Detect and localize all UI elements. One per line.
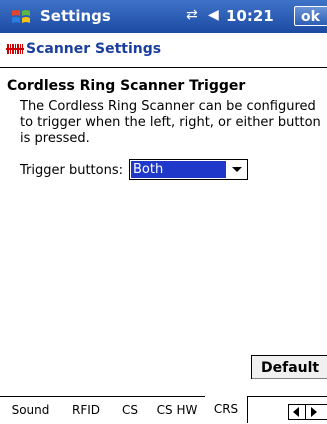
clock[interactable]: 10:21 bbox=[226, 7, 274, 25]
ok-button[interactable]: ok bbox=[294, 6, 327, 26]
page-title: Scanner Settings bbox=[26, 41, 162, 57]
connectivity-icon[interactable]: ⇄ bbox=[186, 7, 198, 23]
scroll-separator bbox=[305, 405, 306, 419]
scroll-right-icon[interactable] bbox=[311, 407, 317, 417]
default-button[interactable]: Default bbox=[251, 355, 327, 379]
trigger-buttons-value[interactable]: Both bbox=[131, 161, 226, 178]
title-bar: Settings ⇄ ◀ 10:21 ok bbox=[0, 0, 327, 33]
tab-rfid[interactable]: RFID bbox=[61, 397, 112, 423]
tab-sound[interactable]: Sound bbox=[0, 397, 62, 423]
section-description: The Cordless Ring Scanner can be configu… bbox=[20, 99, 321, 146]
trigger-buttons-dropdown[interactable]: Both bbox=[129, 159, 248, 180]
speaker-icon[interactable]: ◀ bbox=[208, 7, 219, 23]
header-divider bbox=[0, 67, 327, 68]
tab-cs[interactable]: CS bbox=[111, 397, 150, 423]
chevron-down-icon[interactable] bbox=[227, 160, 247, 179]
scanner-settings-icon bbox=[6, 43, 24, 55]
scroll-left-icon[interactable] bbox=[293, 407, 299, 417]
tab-scroll-buttons bbox=[288, 404, 327, 420]
section-title: Cordless Ring Scanner Trigger bbox=[7, 78, 246, 94]
tab-crs[interactable]: CRS bbox=[205, 396, 248, 423]
tab-strip: Sound RFID CS CS HW CRS bbox=[0, 396, 327, 424]
trigger-buttons-label: Trigger buttons: bbox=[20, 163, 123, 178]
page-header: Scanner Settings bbox=[0, 33, 327, 67]
window-title: Settings bbox=[40, 7, 111, 25]
tab-cs-hw[interactable]: CS HW bbox=[149, 397, 206, 423]
windows-start-icon[interactable] bbox=[10, 6, 32, 28]
